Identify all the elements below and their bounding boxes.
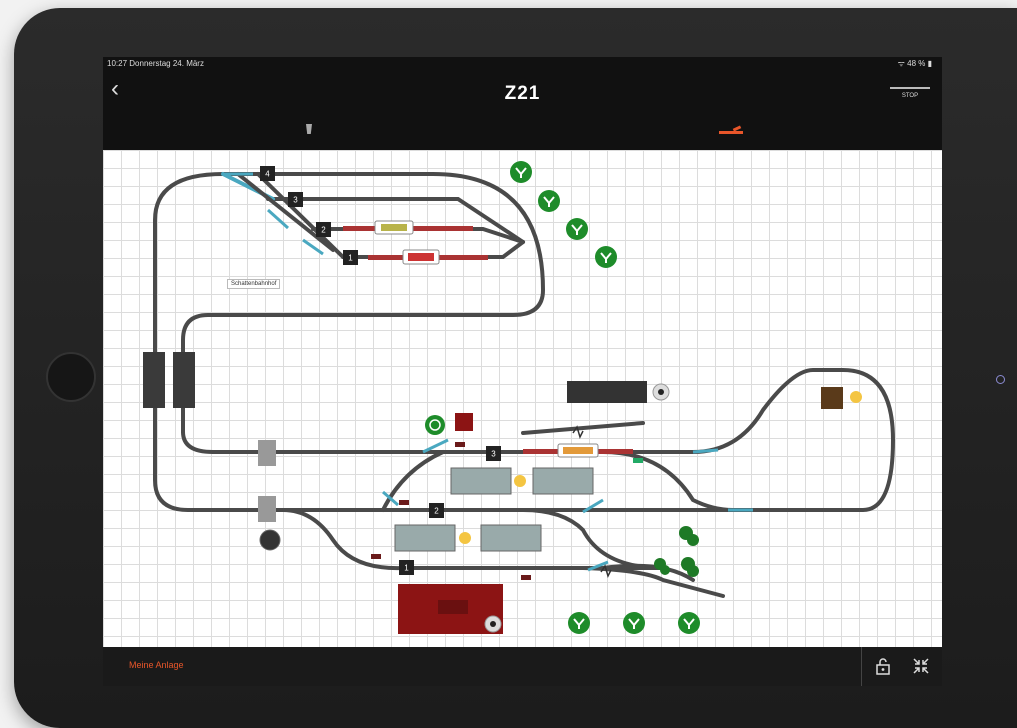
status-battery: ᯤ 48 % ▮: [897, 59, 932, 68]
buffer: [399, 500, 409, 505]
tunnel-portal: [143, 352, 165, 408]
turntable-icon[interactable]: [259, 529, 281, 551]
turnout-signal-icon[interactable]: [623, 612, 645, 634]
turnout-signal-icon[interactable]: [538, 190, 560, 212]
track-icon[interactable]: [719, 131, 743, 134]
level-crossing[interactable]: [258, 440, 276, 466]
track-plan[interactable]: 4 3 2 1 3 2 1: [103, 150, 942, 647]
track-number: 3: [491, 450, 496, 459]
lamp-icon[interactable]: [514, 475, 526, 487]
app-screen: 10:27 Donnerstag 24. März ᯤ 48 % ▮ ‹ Z21…: [103, 57, 942, 686]
station-entrance: [438, 600, 468, 614]
platform: [480, 524, 542, 552]
trains: [343, 220, 633, 458]
lock-icon[interactable]: [873, 656, 893, 676]
tunnels: [143, 352, 276, 522]
stop-button[interactable]: STOP: [888, 87, 932, 99]
status-date: Donnerstag 24. März: [129, 59, 204, 68]
app-title: Z21: [504, 83, 541, 104]
track-number: 3: [293, 196, 298, 205]
loco-body: [381, 224, 407, 231]
track-number: 1: [348, 254, 353, 263]
layout-name[interactable]: Meine Anlage: [129, 660, 184, 670]
level-crossing[interactable]: [258, 496, 276, 522]
track-number: 2: [321, 226, 326, 235]
turnout-signal-icon[interactable]: [566, 218, 588, 240]
buffer: [521, 575, 531, 580]
button-dot: [658, 389, 664, 395]
bottom-bar: Meine Anlage: [103, 647, 942, 686]
stop-bar: [890, 87, 930, 89]
buffer: [633, 458, 643, 463]
trees: [654, 526, 699, 577]
buffer: [455, 442, 465, 447]
track-number: 4: [265, 170, 270, 179]
engine-shed: [567, 381, 647, 403]
power-button[interactable]: [425, 415, 445, 435]
locomotive-icon[interactable]: [306, 124, 312, 134]
lamp-icon[interactable]: [459, 532, 471, 544]
warehouse: [821, 387, 843, 409]
status-bar: 10:27 Donnerstag 24. März ᯤ 48 % ▮: [103, 57, 942, 71]
buffer: [371, 554, 381, 559]
track-number: 2: [434, 507, 439, 516]
lamp-icon[interactable]: [850, 391, 862, 403]
tunnel-portal: [173, 352, 195, 408]
tree-icon: [660, 565, 670, 575]
loco-body: [408, 253, 434, 261]
station-label: Schattenbahnhof: [227, 279, 281, 289]
turnout-signal-icon[interactable]: [510, 161, 532, 183]
turnout-signal-icon[interactable]: [595, 246, 617, 268]
tree-icon: [687, 565, 699, 577]
platform: [532, 467, 594, 495]
track-number: 1: [404, 564, 409, 573]
collapse-icon[interactable]: [911, 656, 931, 676]
signal-box[interactable]: [455, 413, 473, 431]
track-layout-canvas[interactable]: 4 3 2 1 3 2 1 Schattenbahnhof: [103, 150, 942, 647]
loco-body: [563, 447, 593, 454]
home-button: [46, 352, 96, 402]
platform: [450, 467, 512, 495]
stop-label: STOP: [901, 93, 919, 99]
camera-dot: [996, 375, 1005, 384]
turnout-signal-icon[interactable]: [568, 612, 590, 634]
platform: [394, 524, 456, 552]
divider: [861, 647, 862, 686]
status-time: 10:27: [107, 59, 128, 68]
button-dot: [490, 621, 496, 627]
tree-icon: [687, 534, 699, 546]
turnout-signal-icon[interactable]: [678, 612, 700, 634]
